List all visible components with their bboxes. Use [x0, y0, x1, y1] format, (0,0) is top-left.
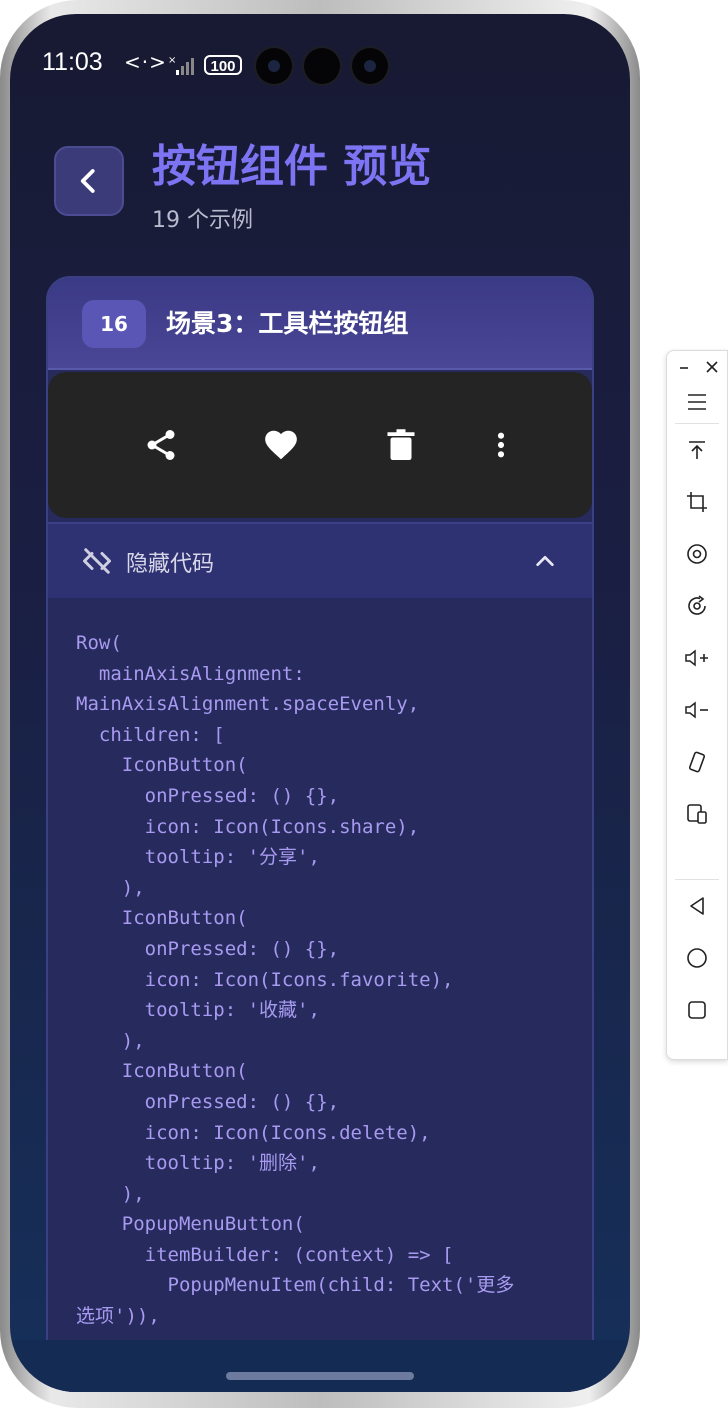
share-button[interactable] [136, 420, 186, 470]
pin-top-icon [689, 441, 705, 459]
code-line: IconButton( [76, 1060, 248, 1083]
volume-up-icon [685, 649, 708, 667]
delete-button[interactable] [376, 420, 426, 470]
close-button[interactable] [697, 357, 727, 377]
code-line: MainAxisAlignment.spaceEvenly, [76, 693, 420, 716]
toggle-code-label: 隐藏代码 [126, 552, 215, 577]
rotate-screen-button[interactable] [667, 595, 727, 617]
code-line: onPressed: () {}, [76, 1090, 340, 1113]
code-snippet: Row( mainAxisAlignment: MainAxisAlignment… [48, 598, 592, 1332]
delete-icon [387, 429, 415, 460]
code-line: IconButton( [76, 907, 248, 930]
battery-indicator: 100 [204, 55, 242, 75]
volume-down-icon [685, 701, 708, 719]
shake-icon [688, 751, 706, 773]
code-line: PopupMenuItem(child: Text('更多 [76, 1274, 515, 1297]
bottom-navigation-area [10, 1340, 630, 1392]
nav-home-button[interactable] [667, 947, 727, 969]
network-indicator: <·> [124, 50, 167, 74]
code-line: IconButton( [76, 754, 248, 777]
volume-up-button[interactable] [667, 647, 727, 669]
emulator-side-toolbar [666, 350, 728, 1060]
nav-recents-button[interactable] [667, 999, 727, 1021]
code-line: icon: Icon(Icons.share), [76, 815, 420, 838]
volume-down-button[interactable] [667, 699, 727, 721]
code-line: tooltip: '收藏', [76, 999, 320, 1022]
code-line: icon: Icon(Icons.delete), [76, 1121, 431, 1144]
code-line: mainAxisAlignment: [76, 662, 305, 685]
camera-lens-icon [304, 48, 340, 84]
code-line: tooltip: '分享', [76, 846, 320, 869]
crop-icon [687, 492, 707, 512]
back-nav-icon [690, 897, 704, 915]
camera-lens-icon [256, 48, 292, 84]
code-line: ), [76, 876, 145, 899]
code-line: onPressed: () {}, [76, 937, 340, 960]
home-indicator[interactable] [226, 1372, 414, 1380]
status-bar: 11:03 <·> × 100 [10, 14, 630, 94]
minimize-icon [680, 367, 688, 369]
separator [675, 423, 719, 424]
screenshot-button[interactable] [667, 491, 727, 513]
more-options-button[interactable] [476, 420, 526, 470]
code-line: itemBuilder: (context) => [ [76, 1243, 454, 1266]
separator [675, 879, 719, 880]
page-title: 按钮组件 预览 [152, 141, 432, 192]
record-icon [687, 544, 707, 564]
example-card: 16 场景3：工具栏按钮组 隐藏代码 Row(mainAxisAlignmen… [46, 276, 594, 1392]
favorite-icon [265, 430, 297, 460]
toggle-code-button[interactable]: 隐藏代码 [48, 522, 592, 598]
code-line: Row( [76, 632, 122, 654]
phone-screen: 11:03 <·> × 100 按钮组件 预览 19 个示例 16 场景3：工具… [10, 14, 630, 1392]
code-line: 选项')), [76, 1305, 160, 1328]
shake-button[interactable] [667, 751, 727, 773]
close-icon [706, 361, 718, 373]
signal-icon: × [168, 55, 194, 75]
code-line: tooltip: '删除', [76, 1152, 320, 1175]
card-header: 16 场景3：工具栏按钮组 [48, 278, 592, 370]
example-number-badge: 16 [82, 300, 146, 348]
more-vert-icon [497, 432, 505, 458]
home-nav-icon [687, 948, 707, 968]
rotate-screen-icon [688, 595, 706, 615]
back-button[interactable] [54, 146, 124, 216]
multi-device-button[interactable] [667, 803, 727, 825]
toolbar-preview [48, 372, 592, 518]
record-button[interactable] [667, 543, 727, 565]
code-line: ), [76, 1182, 145, 1205]
multi-device-icon [687, 804, 707, 824]
minimize-button[interactable] [669, 357, 699, 377]
menu-icon [688, 394, 706, 410]
code-line: onPressed: () {}, [76, 784, 340, 807]
nav-back-button[interactable] [667, 895, 727, 917]
example-count: 19 个示例 [152, 208, 253, 233]
code-off-icon [83, 548, 111, 574]
share-icon [147, 430, 175, 460]
code-line: ), [76, 1029, 145, 1052]
menu-button[interactable] [667, 391, 727, 413]
chevron-left-icon [80, 169, 95, 193]
chevron-up-icon [536, 555, 554, 567]
code-line: children: [ [76, 723, 225, 746]
code-line: PopupMenuButton( [76, 1213, 305, 1236]
svg-text:×: × [168, 55, 176, 66]
pin-top-button[interactable] [667, 439, 727, 461]
status-time: 11:03 [42, 48, 103, 76]
favorite-button[interactable] [256, 420, 306, 470]
code-line: icon: Icon(Icons.favorite), [76, 968, 454, 991]
recents-nav-icon [688, 1001, 706, 1019]
card-title: 场景3：工具栏按钮组 [166, 309, 409, 338]
camera-lens-icon [352, 48, 388, 84]
